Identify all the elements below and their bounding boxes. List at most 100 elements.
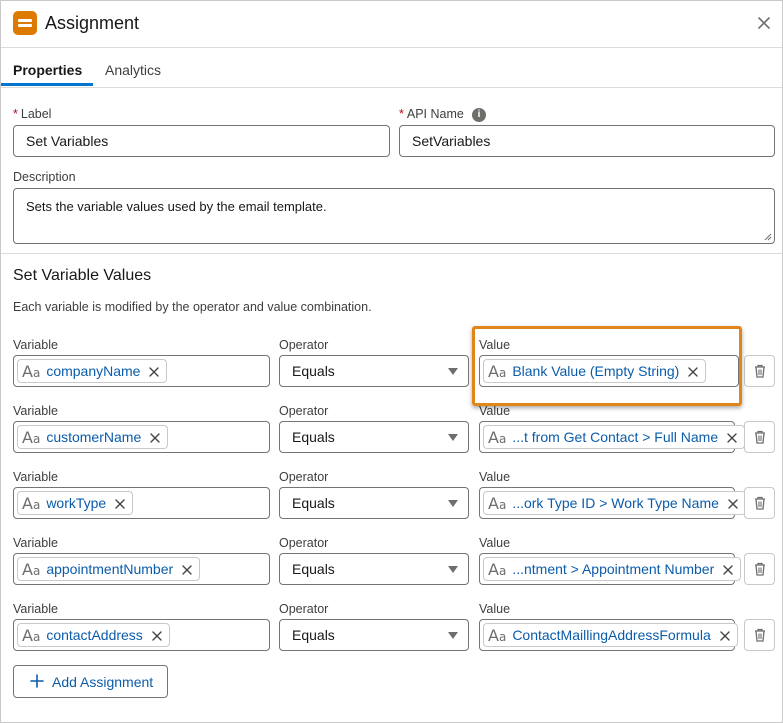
operator-value: Equals bbox=[292, 363, 335, 379]
active-tab-indicator bbox=[1, 83, 93, 86]
value-pill[interactable]: Aa ...ntment > Appointment Number bbox=[483, 557, 742, 581]
value-field[interactable]: Aa ContactMaillingAddressFormula bbox=[479, 619, 738, 651]
variable-caption: Variable bbox=[13, 602, 58, 616]
text-type-icon: Aa bbox=[22, 559, 41, 579]
variable-field[interactable]: Aa contactAddress bbox=[13, 619, 270, 651]
value-caption: Value bbox=[479, 536, 511, 550]
dropdown-caret-icon bbox=[448, 566, 458, 573]
value-caption: Value bbox=[479, 338, 511, 352]
tab-analytics[interactable]: Analytics bbox=[105, 62, 161, 78]
label-caption: * Label bbox=[13, 107, 52, 121]
value-pill[interactable]: Aa ...t from Get Contact > Full Name bbox=[483, 425, 746, 449]
value-field[interactable]: Aa ...ork Type ID > Work Type Name bbox=[479, 487, 746, 519]
section-description: Each variable is modified by the operato… bbox=[13, 300, 372, 314]
value-pill[interactable]: Aa Blank Value (Empty String) bbox=[483, 359, 707, 383]
panel-title: Assignment bbox=[45, 13, 140, 33]
description-field[interactable]: Sets the variable values used by the ema… bbox=[13, 188, 775, 244]
delete-row-button[interactable] bbox=[744, 553, 775, 585]
delete-row-button[interactable] bbox=[744, 487, 775, 519]
value-field[interactable]: Aa ...ntment > Appointment Number bbox=[479, 553, 742, 585]
text-type-icon: Aa bbox=[488, 427, 507, 447]
dropdown-caret-icon bbox=[448, 500, 458, 507]
variable-name: workType bbox=[46, 495, 107, 511]
add-assignment-button[interactable]: Add Assignment bbox=[13, 665, 168, 698]
variable-name: contactAddress bbox=[46, 627, 143, 643]
operator-select[interactable]: Equals bbox=[279, 553, 469, 585]
variable-field[interactable]: Aa customerName bbox=[13, 421, 270, 453]
delete-row-button[interactable] bbox=[744, 619, 775, 651]
variable-pill[interactable]: Aa companyName bbox=[17, 359, 168, 383]
panel-header: Assignment bbox=[1, 1, 782, 48]
text-type-icon: Aa bbox=[488, 625, 507, 645]
remove-icon[interactable] bbox=[149, 431, 161, 443]
value-text: ContactMaillingAddressFormula bbox=[512, 627, 711, 643]
info-icon[interactable]: i bbox=[472, 108, 486, 122]
operator-caption: Operator bbox=[279, 536, 329, 550]
value-field[interactable]: Aa Blank Value (Empty String) bbox=[479, 355, 739, 387]
remove-icon[interactable] bbox=[727, 497, 739, 509]
text-type-icon: Aa bbox=[22, 493, 41, 513]
remove-icon[interactable] bbox=[726, 431, 738, 443]
dropdown-caret-icon bbox=[448, 632, 458, 639]
remove-icon[interactable] bbox=[722, 563, 734, 575]
variable-field[interactable]: Aa workType bbox=[13, 487, 270, 519]
variable-caption: Variable bbox=[13, 404, 58, 418]
value-caption: Value bbox=[479, 470, 511, 484]
value-text: ...t from Get Contact > Full Name bbox=[512, 429, 719, 445]
description-caption: Description bbox=[13, 170, 76, 184]
delete-row-button[interactable] bbox=[744, 421, 775, 453]
value-pill[interactable]: Aa ...ork Type ID > Work Type Name bbox=[483, 491, 746, 515]
operator-caption: Operator bbox=[279, 602, 329, 616]
variable-name: appointmentNumber bbox=[46, 561, 174, 577]
variable-pill[interactable]: Aa workType bbox=[17, 491, 134, 515]
variable-name: customerName bbox=[46, 429, 142, 445]
operator-select[interactable]: Equals bbox=[279, 487, 469, 519]
api-name-caption: * API Name bbox=[399, 107, 464, 121]
remove-icon[interactable] bbox=[181, 563, 193, 575]
dropdown-caret-icon bbox=[448, 434, 458, 441]
add-assignment-label: Add Assignment bbox=[52, 674, 154, 690]
tab-properties[interactable]: Properties bbox=[13, 62, 82, 78]
operator-caption: Operator bbox=[279, 338, 329, 352]
variable-pill[interactable]: Aa appointmentNumber bbox=[17, 557, 201, 581]
section-title: Set Variable Values bbox=[13, 267, 152, 284]
text-type-icon: Aa bbox=[488, 361, 507, 381]
text-type-icon: Aa bbox=[22, 361, 41, 381]
tab-bar: Properties Analytics bbox=[1, 49, 782, 88]
label-field[interactable]: Set Variables bbox=[13, 125, 390, 157]
variable-pill[interactable]: Aa customerName bbox=[17, 425, 169, 449]
api-name-field[interactable]: SetVariables bbox=[399, 125, 775, 157]
operator-select[interactable]: Equals bbox=[279, 355, 469, 387]
operator-select[interactable]: Equals bbox=[279, 421, 469, 453]
value-caption: Value bbox=[479, 404, 511, 418]
variable-field[interactable]: Aa appointmentNumber bbox=[13, 553, 270, 585]
description-text: Sets the variable values used by the ema… bbox=[26, 199, 327, 214]
remove-icon[interactable] bbox=[151, 629, 163, 641]
resize-handle-icon[interactable] bbox=[764, 233, 772, 241]
variable-pill[interactable]: Aa contactAddress bbox=[17, 623, 170, 647]
variable-caption: Variable bbox=[13, 470, 58, 484]
assignment-panel: Assignment Properties Analytics * Label S… bbox=[0, 0, 783, 723]
plus-icon bbox=[30, 674, 44, 688]
value-caption: Value bbox=[479, 602, 511, 616]
required-marker: * bbox=[13, 107, 18, 121]
section-divider bbox=[1, 253, 782, 254]
operator-value: Equals bbox=[292, 561, 335, 577]
variable-name: companyName bbox=[46, 363, 141, 379]
value-pill[interactable]: Aa ContactMaillingAddressFormula bbox=[483, 623, 738, 647]
operator-value: Equals bbox=[292, 495, 335, 511]
operator-caption: Operator bbox=[279, 404, 329, 418]
required-marker: * bbox=[399, 107, 404, 121]
delete-row-button[interactable] bbox=[744, 355, 775, 387]
remove-icon[interactable] bbox=[687, 365, 699, 377]
remove-icon[interactable] bbox=[719, 629, 731, 641]
value-text: ...ntment > Appointment Number bbox=[512, 561, 715, 577]
close-icon[interactable] bbox=[756, 15, 772, 31]
value-text: Blank Value (Empty String) bbox=[512, 363, 680, 379]
operator-caption: Operator bbox=[279, 470, 329, 484]
variable-field[interactable]: Aa companyName bbox=[13, 355, 270, 387]
remove-icon[interactable] bbox=[114, 497, 126, 509]
remove-icon[interactable] bbox=[148, 365, 160, 377]
value-field[interactable]: Aa ...t from Get Contact > Full Name bbox=[479, 421, 746, 453]
operator-select[interactable]: Equals bbox=[279, 619, 469, 651]
